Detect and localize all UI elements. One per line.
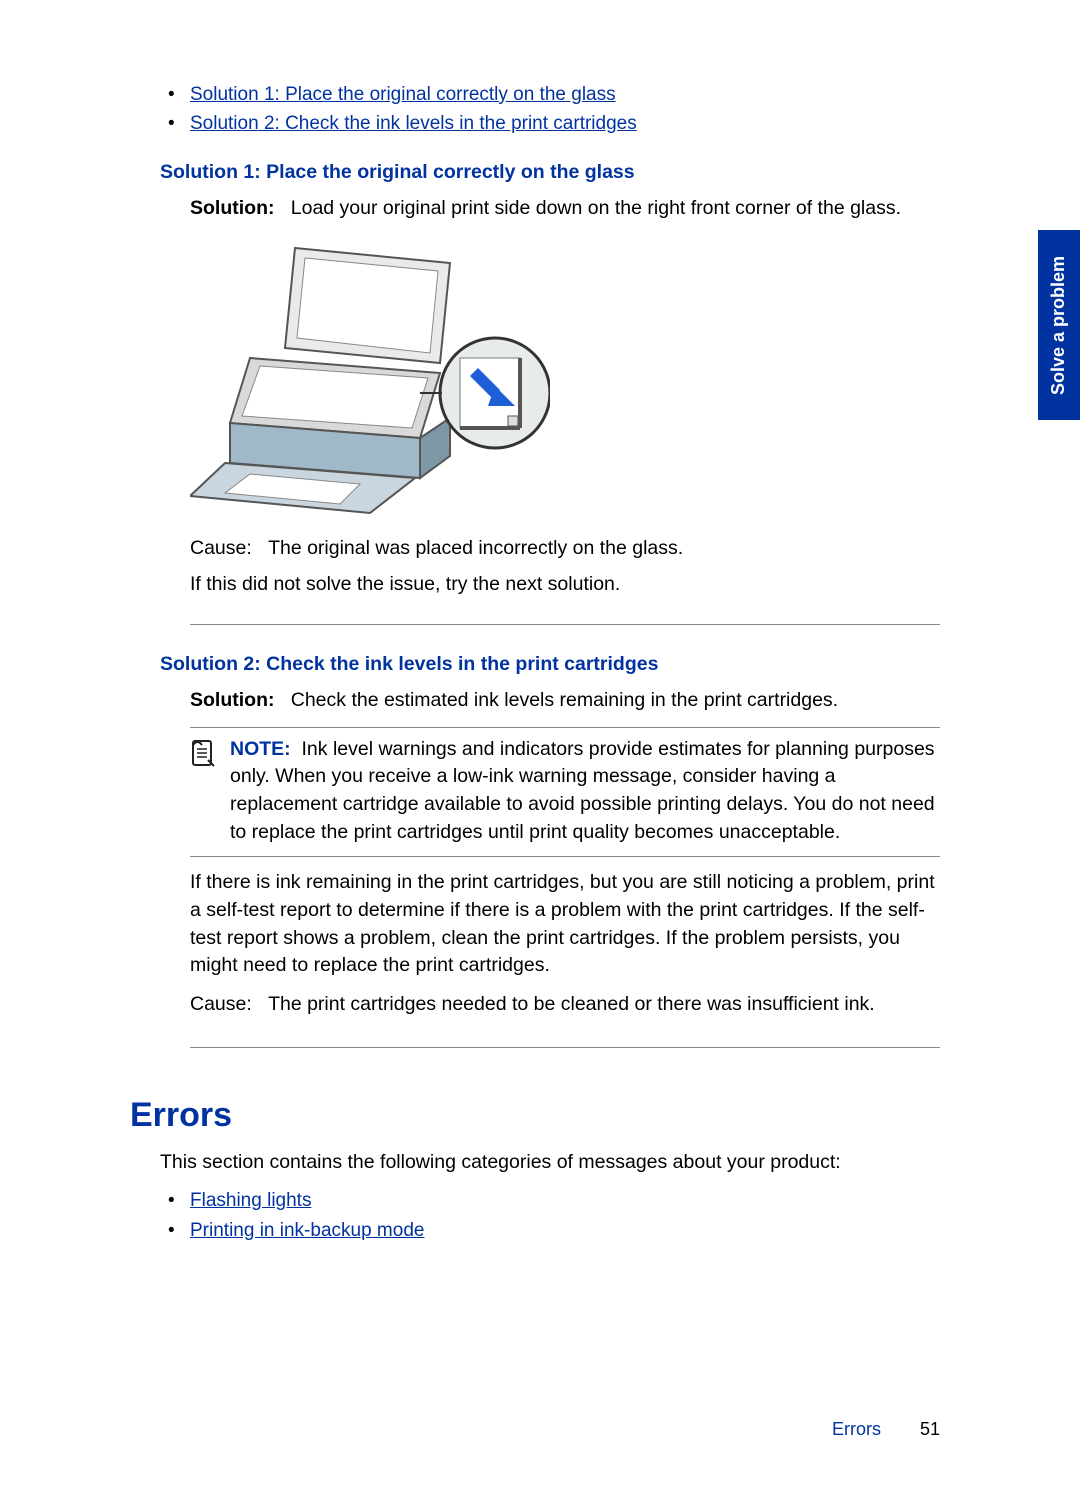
- top-solution-links: Solution 1: Place the original correctly…: [130, 80, 940, 139]
- list-item: Solution 2: Check the ink levels in the …: [190, 109, 940, 138]
- solution-1-cause-text: The original was placed incorrectly on t…: [268, 537, 683, 559]
- printer-illustration: [190, 238, 550, 518]
- cause-label: Cause:: [190, 537, 252, 559]
- link-solution-1[interactable]: Solution 1: Place the original correctly…: [190, 84, 616, 105]
- solution-1-heading: Solution 1: Place the original correctly…: [160, 161, 940, 184]
- note-text: NOTE: Ink level warnings and indicators …: [230, 736, 940, 847]
- footer-page-number: 51: [920, 1419, 940, 1439]
- list-item: Solution 1: Place the original correctly…: [190, 80, 940, 109]
- solution-2-text: Check the estimated ink levels remaining…: [291, 689, 838, 711]
- note-icon: [190, 736, 220, 847]
- solution-1-text: Load your original print side down on th…: [291, 197, 901, 219]
- errors-links: Flashing lights Printing in ink-backup m…: [130, 1186, 940, 1245]
- solution-1-body: Solution: Load your original print side …: [190, 194, 940, 222]
- link-solution-2[interactable]: Solution 2: Check the ink levels in the …: [190, 113, 637, 134]
- errors-intro: This section contains the following cate…: [160, 1151, 940, 1174]
- side-tab-label: Solve a problem: [1049, 255, 1070, 394]
- divider: [190, 1047, 940, 1048]
- solution-2-cause: Cause: The print cartridges needed to be…: [190, 990, 940, 1019]
- errors-heading: Errors: [130, 1096, 940, 1135]
- solution-1-cause: Cause: The original was placed incorrect…: [190, 534, 940, 563]
- note-block: NOTE: Ink level warnings and indicators …: [190, 727, 940, 858]
- list-item: Flashing lights: [190, 1186, 940, 1215]
- page-footer: Errors 51: [832, 1419, 940, 1440]
- note-label: NOTE:: [230, 738, 291, 760]
- link-flashing-lights[interactable]: Flashing lights: [190, 1190, 311, 1211]
- divider: [190, 624, 940, 625]
- solution-label: Solution:: [190, 689, 274, 711]
- solution-2-body: Solution: Check the estimated ink levels…: [190, 686, 940, 714]
- solution-2-heading: Solution 2: Check the ink levels in the …: [160, 653, 940, 676]
- footer-section: Errors: [832, 1419, 881, 1439]
- list-item: Printing in ink-backup mode: [190, 1216, 940, 1245]
- cause-label: Cause:: [190, 993, 252, 1015]
- solution-label: Solution:: [190, 197, 274, 219]
- note-body: Ink level warnings and indicators provid…: [230, 738, 935, 843]
- link-ink-backup-mode[interactable]: Printing in ink-backup mode: [190, 1220, 424, 1241]
- page: Solve a problem Solution 1: Place the or…: [0, 0, 1080, 1495]
- solution-2-para: If there is ink remaining in the print c…: [190, 869, 940, 980]
- solution-1-followup: If this did not solve the issue, try the…: [190, 573, 940, 596]
- solution-2-cause-text: The print cartridges needed to be cleane…: [268, 993, 875, 1015]
- side-tab: Solve a problem: [1038, 230, 1080, 420]
